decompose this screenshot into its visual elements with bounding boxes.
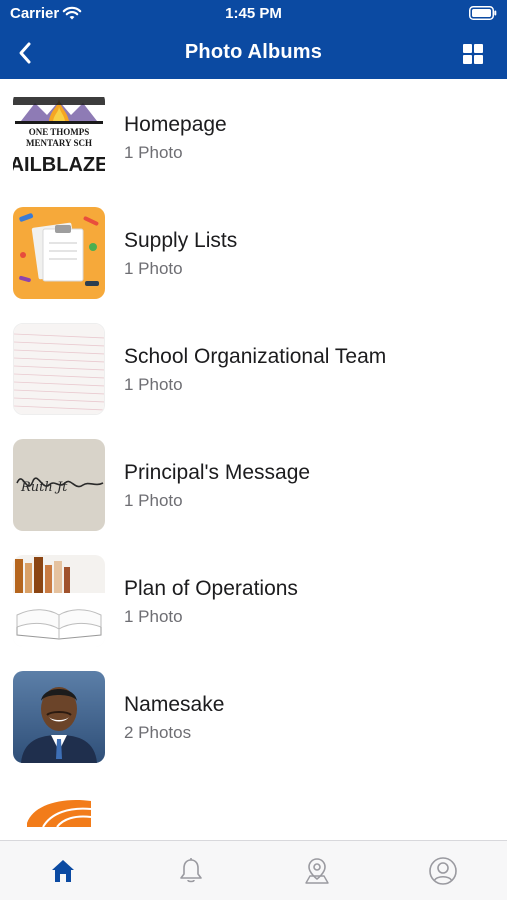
lined-paper-image bbox=[14, 324, 104, 414]
album-thumbnail bbox=[13, 671, 105, 763]
album-thumbnail bbox=[13, 555, 105, 647]
album-photo-count: 2 Photos bbox=[124, 723, 192, 742]
album-row-school-organizational-team[interactable]: School Organizational Team 1 Photo bbox=[0, 311, 507, 427]
album-row-principals-message[interactable]: Ruth Jt Principal's Message 1 Photo bbox=[0, 427, 507, 543]
album-photo-count: 1 Photo bbox=[124, 491, 183, 510]
album-row-namesake[interactable]: Namesake 2 Photos bbox=[0, 659, 507, 775]
portrait-image bbox=[13, 671, 105, 763]
album-photo-count: 1 Photo bbox=[124, 259, 183, 278]
orange-logo-image bbox=[13, 787, 105, 841]
album-thumbnail: Ruth Jt bbox=[13, 439, 105, 531]
bell-icon bbox=[180, 858, 202, 883]
album-list: ONE THOMPS MENTARY SCH AILBLAZE Homepage… bbox=[0, 79, 507, 841]
album-thumbnail: ONE THOMPS MENTARY SCH AILBLAZE bbox=[13, 91, 105, 183]
tab-home[interactable] bbox=[45, 853, 81, 889]
album-title: Namesake bbox=[124, 693, 225, 716]
album-thumbnail bbox=[13, 787, 105, 841]
tab-locations[interactable] bbox=[299, 853, 335, 889]
grid-icon[interactable] bbox=[461, 42, 485, 66]
logo-text-line2: MENTARY SCH bbox=[26, 138, 92, 148]
album-photo-count: 1 Photo bbox=[124, 143, 183, 162]
album-title: School Organizational Team bbox=[124, 345, 387, 368]
signature-text: Ruth Jt bbox=[20, 480, 68, 495]
clipboard-supplies-image bbox=[13, 207, 105, 299]
tab-notifications[interactable] bbox=[173, 853, 209, 889]
status-bar: Carrier 1:45 PM bbox=[0, 0, 507, 28]
album-row-supply-lists[interactable]: Supply Lists 1 Photo bbox=[0, 195, 507, 311]
album-row-plan-of-operations[interactable]: Plan of Operations 1 Photo bbox=[0, 543, 507, 659]
album-title: Supply Lists bbox=[124, 229, 238, 252]
logo-text-line1: ONE THOMPS bbox=[29, 127, 90, 137]
album-title: Principal's Message bbox=[124, 461, 311, 484]
album-thumbnail bbox=[13, 207, 105, 299]
nav-bar: Photo Albums bbox=[0, 28, 507, 79]
map-pin-icon bbox=[305, 858, 329, 884]
user-icon bbox=[429, 857, 457, 885]
tab-bar bbox=[0, 840, 507, 900]
battery-icon bbox=[469, 6, 497, 20]
tab-account[interactable] bbox=[425, 853, 461, 889]
album-photo-count: 1 Photo bbox=[124, 375, 183, 394]
home-icon bbox=[52, 860, 74, 882]
album-title: Homepage bbox=[124, 113, 227, 136]
app-header: Carrier 1:45 PM Photo Albums bbox=[0, 0, 507, 79]
page-title: Photo Albums bbox=[184, 41, 323, 63]
school-logo-image: ONE THOMPS MENTARY SCH AILBLAZE bbox=[13, 91, 105, 183]
album-row-partial[interactable] bbox=[0, 775, 507, 841]
album-photo-count: 1 Photo bbox=[124, 607, 183, 626]
logo-text-line3: AILBLAZE bbox=[13, 154, 105, 176]
album-row-homepage[interactable]: ONE THOMPS MENTARY SCH AILBLAZE Homepage… bbox=[0, 79, 507, 195]
status-time: 1:45 PM bbox=[225, 5, 282, 22]
album-title: Plan of Operations bbox=[124, 577, 298, 600]
signature-image: Ruth Jt bbox=[13, 439, 105, 531]
open-book-image bbox=[13, 555, 105, 647]
album-thumbnail bbox=[13, 323, 105, 415]
